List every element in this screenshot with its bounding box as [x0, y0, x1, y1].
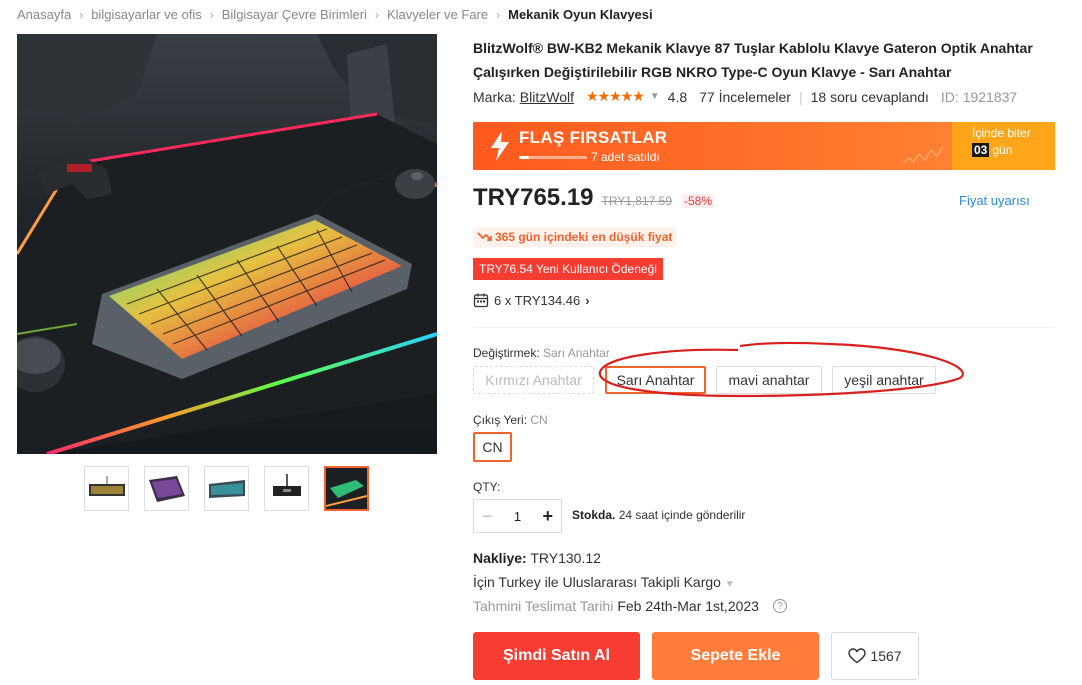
- variant-option-red[interactable]: Kırmızı Anahtar: [473, 366, 594, 394]
- flash-deal-title: FLAŞ FIRSATLAR: [519, 128, 668, 147]
- price-row: TRY765.19 TRY1,817.59 -58%: [473, 184, 715, 212]
- installment-info[interactable]: 6 x TRY134.46 ›: [473, 292, 590, 308]
- chevron-right-icon: ›: [585, 292, 590, 308]
- wishlist-count: 1567: [870, 648, 902, 664]
- plus-icon[interactable]: +: [542, 506, 553, 527]
- add-to-cart-button[interactable]: Sepete Ekle: [652, 632, 819, 680]
- thumbnail-4[interactable]: [264, 466, 309, 511]
- lowest-price-badge: 365 gün içindeki en düşük fiyat: [473, 227, 677, 247]
- thumbnail-strip: [84, 466, 369, 511]
- divider: [473, 327, 1055, 328]
- stock-status: Stokda.: [572, 508, 616, 522]
- calendar-icon: [473, 293, 489, 308]
- quantity-value[interactable]: 1: [514, 509, 521, 524]
- shipping-label: Nakliye:: [473, 550, 527, 566]
- thumbnail-1[interactable]: [84, 466, 129, 511]
- delivery-estimate-date: Feb 24th-Mar 1st,2023: [617, 598, 759, 614]
- breadcrumb-computers[interactable]: bilgisayarlar ve ofis: [91, 7, 202, 22]
- brand-link[interactable]: BlitzWolf: [520, 89, 574, 105]
- installment-text: 6 x TRY134.46: [494, 292, 581, 308]
- chevron-right-icon: ›: [496, 7, 501, 22]
- origin-selected-value: CN: [530, 413, 548, 427]
- shipping-method-text: İçin Turkey ile Uluslararası Takipli Kar…: [473, 574, 721, 590]
- origin-label: Çıkış Yeri: CN: [473, 413, 548, 427]
- countdown-unit: gün: [992, 143, 1013, 157]
- sold-progress-fill: [519, 156, 530, 159]
- chevron-right-icon: ›: [374, 7, 379, 22]
- reviews-link[interactable]: 77 İncelemeler: [699, 89, 791, 105]
- chevron-right-icon: ›: [79, 7, 84, 22]
- delivery-estimate-label: Tahmini Teslimat Tarihi: [473, 598, 614, 614]
- questions-link[interactable]: 18 soru cevaplandı: [811, 89, 929, 105]
- breadcrumb-home[interactable]: Anasayfa: [17, 7, 71, 22]
- original-price: TRY1,817.59: [601, 194, 673, 208]
- countdown-label: İçinde biter: [972, 126, 1031, 140]
- star-rating-icon: ★★★★★: [586, 88, 645, 104]
- new-user-coupon[interactable]: TRY76.54 Yeni Kullanıcı Ödeneği: [473, 258, 663, 280]
- wave-decoration-icon: [903, 145, 944, 165]
- rating-value: 4.8: [667, 88, 688, 105]
- new-user-coupon-text: TRY76.54 Yeni Kullanıcı Ödeneği: [479, 262, 657, 276]
- product-title: BlitzWolf® BW-KB2 Mekanik Klavye 87 Tuşl…: [473, 40, 1033, 80]
- variant-option-green[interactable]: yeşil anahtar: [832, 366, 936, 394]
- chevron-down-icon: ▼: [724, 579, 735, 590]
- chevron-right-icon: ›: [209, 7, 214, 22]
- product-main-image[interactable]: [17, 34, 437, 454]
- stock-info: Stokda. 24 saat içinde gönderilir: [572, 508, 745, 522]
- product-id: ID: 1921837: [940, 88, 1018, 105]
- lowest-price-text: 365 gün içindeki en düşük fiyat: [495, 230, 673, 244]
- sold-count: 7 adet satıldı: [591, 150, 660, 164]
- keyboard-thumb-image: [326, 468, 367, 509]
- keyboard-photo: [17, 34, 437, 454]
- chevron-down-icon[interactable]: ▼: [650, 91, 660, 102]
- discount-badge: -58%: [682, 194, 715, 208]
- flash-deal-banner: FLAŞ FIRSATLAR 7 adet satıldı İçinde bit…: [473, 122, 1055, 170]
- thumbnail-5-selected[interactable]: [324, 466, 369, 511]
- quantity-stepper: − 1 +: [473, 499, 562, 533]
- current-price: TRY765.19: [473, 184, 594, 211]
- price-alert-link[interactable]: Fiyat uyarısı: [959, 193, 1030, 208]
- origin-label-text: Çıkış Yeri:: [473, 413, 528, 427]
- trend-down-icon: [477, 232, 492, 241]
- breadcrumb-keyboards[interactable]: Klavyeler ve Fare: [387, 7, 488, 22]
- delivery-estimate: Tahmini Teslimat Tarihi Feb 24th-Mar 1st…: [473, 598, 787, 614]
- variant-selected-value: Sarı Anahtar: [543, 346, 610, 360]
- keyboard-thumb-image: [208, 479, 245, 498]
- thumbnail-2[interactable]: [144, 466, 189, 511]
- variant-option-yellow[interactable]: Sarı Anahtar: [605, 366, 706, 394]
- shipping-method[interactable]: İçin Turkey ile Uluslararası Takipli Kar…: [473, 574, 735, 590]
- variant-label-text: Değiştirmek:: [473, 346, 540, 360]
- divider: |: [798, 88, 803, 105]
- breadcrumb-current: Mekanik Oyun Klavyesi: [508, 7, 653, 22]
- breadcrumb: Anasayfa › bilgisayarlar ve ofis › Bilgi…: [17, 7, 653, 22]
- heart-icon: [848, 648, 867, 664]
- keyboard-thumb-image: [148, 475, 185, 502]
- help-icon[interactable]: ?: [772, 599, 787, 613]
- origin-option-cn[interactable]: CN: [473, 432, 512, 462]
- countdown-days: 03: [972, 143, 990, 157]
- shipping-price: TRY130.12: [530, 550, 601, 566]
- buy-now-button[interactable]: Şimdi Satın Al: [473, 632, 640, 680]
- variant-option-blue[interactable]: mavi anahtar: [716, 366, 822, 394]
- breadcrumb-peripherals[interactable]: Bilgisayar Çevre Birimleri: [222, 7, 367, 22]
- keyboard-thumb-image: [88, 475, 125, 496]
- stock-note: 24 saat içinde gönderilir: [618, 508, 746, 522]
- qty-label: QTY:: [473, 480, 501, 494]
- countdown: İçinde biter 03 gün: [952, 122, 1055, 170]
- wishlist-button[interactable]: 1567: [831, 632, 919, 680]
- thumbnail-3[interactable]: [204, 466, 249, 511]
- sold-progress-bar: [519, 156, 587, 159]
- keyboard-thumb-image: [272, 473, 301, 496]
- variant-label: Değiştirmek: Sarı Anahtar: [473, 346, 610, 360]
- brand-label: Marka:: [473, 88, 516, 105]
- shipping-cost: Nakliye: TRY130.12: [473, 550, 601, 566]
- lightning-icon: [491, 131, 509, 161]
- product-meta: Marka: BlitzWolf ★★★★★ ▼ 4.8 77 İnceleme…: [473, 88, 1017, 105]
- minus-icon[interactable]: −: [482, 506, 493, 527]
